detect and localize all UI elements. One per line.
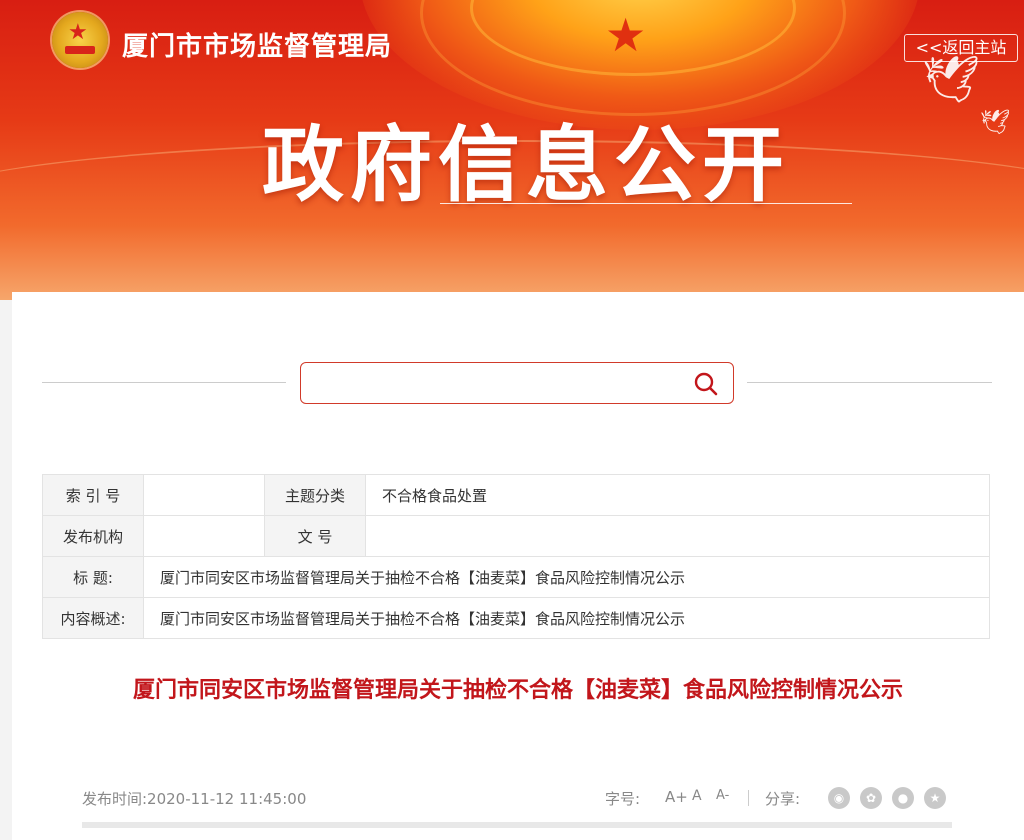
emblem-base (65, 46, 95, 54)
table-row: 发布机构 文 号 (42, 515, 990, 557)
font-size-small-button[interactable]: A- (716, 788, 729, 803)
emblem-star-icon: ★ (68, 20, 88, 45)
article-title: 厦门市同安区市场监督管理局关于抽检不合格【油麦菜】食品风险控制情况公示 (132, 678, 903, 703)
index-value (143, 474, 265, 516)
divider (82, 822, 952, 828)
divider (747, 382, 992, 383)
title-underline (440, 203, 852, 204)
title-value: 厦门市同安区市场监督管理局关于抽检不合格【油麦菜】食品风险控制情况公示 (143, 556, 990, 598)
share-label: 分享: (765, 790, 801, 808)
docno-label: 文 号 (264, 515, 366, 557)
docno-value (365, 515, 990, 557)
divider (42, 382, 286, 383)
dove-icon: 🕊 (922, 52, 981, 106)
font-size-label: 字号: (605, 790, 641, 808)
article-meta: 发布时间:2020-11-12 11:45:00 字号: A+ A A- 分享:… (82, 784, 958, 814)
wechat-icon[interactable]: ✿ (860, 787, 882, 809)
summary-value: 厦门市同安区市场监督管理局关于抽检不合格【油麦菜】食品风险控制情况公示 (143, 597, 990, 639)
divider (748, 790, 749, 806)
table-row: 标 题: 厦门市同安区市场监督管理局关于抽检不合格【油麦菜】食品风险控制情况公示 (42, 556, 990, 598)
index-label: 索 引 号 (42, 474, 144, 516)
search-box (300, 362, 734, 404)
issuer-label: 发布机构 (42, 515, 144, 557)
font-size-large-button[interactable]: A+ (665, 788, 688, 806)
qzone-icon[interactable]: ● (892, 787, 914, 809)
title-label: 标 题: (42, 556, 144, 598)
summary-label: 内容概述: (42, 597, 144, 639)
issuer-value (143, 515, 265, 557)
publish-time: 发布时间:2020-11-12 11:45:00 (82, 790, 307, 808)
table-row: 索 引 号 主题分类 不合格食品处置 (42, 474, 990, 516)
weibo-icon[interactable]: ◉ (828, 787, 850, 809)
topic-value: 不合格食品处置 (365, 474, 990, 516)
info-table: 索 引 号 主题分类 不合格食品处置 发布机构 文 号 标 题: 厦门市同安区市… (42, 474, 990, 639)
table-row: 内容概述: 厦门市同安区市场监督管理局关于抽检不合格【油麦菜】食品风险控制情况公… (42, 597, 990, 639)
banner-star-icon: ★ (605, 8, 647, 62)
favorite-icon[interactable]: ★ (924, 787, 946, 809)
topic-label: 主题分类 (264, 474, 366, 516)
dove-icon: 🕊 (980, 108, 1011, 136)
content-panel: 索 引 号 主题分类 不合格食品处置 发布机构 文 号 标 题: 厦门市同安区市… (12, 292, 1024, 840)
search-input[interactable] (311, 369, 675, 399)
search-row (42, 362, 1004, 406)
search-icon[interactable] (693, 371, 719, 397)
header-banner: ★ ★ 厦门市市场监督管理局 <<返回主站 🕊 🕊 政府信息公开 (0, 0, 1024, 300)
national-emblem-icon: ★ (52, 12, 108, 68)
org-name[interactable]: 厦门市市场监督管理局 (122, 26, 392, 63)
font-size-medium-button[interactable]: A (692, 788, 702, 804)
page-title: 政府信息公开 (262, 118, 791, 213)
